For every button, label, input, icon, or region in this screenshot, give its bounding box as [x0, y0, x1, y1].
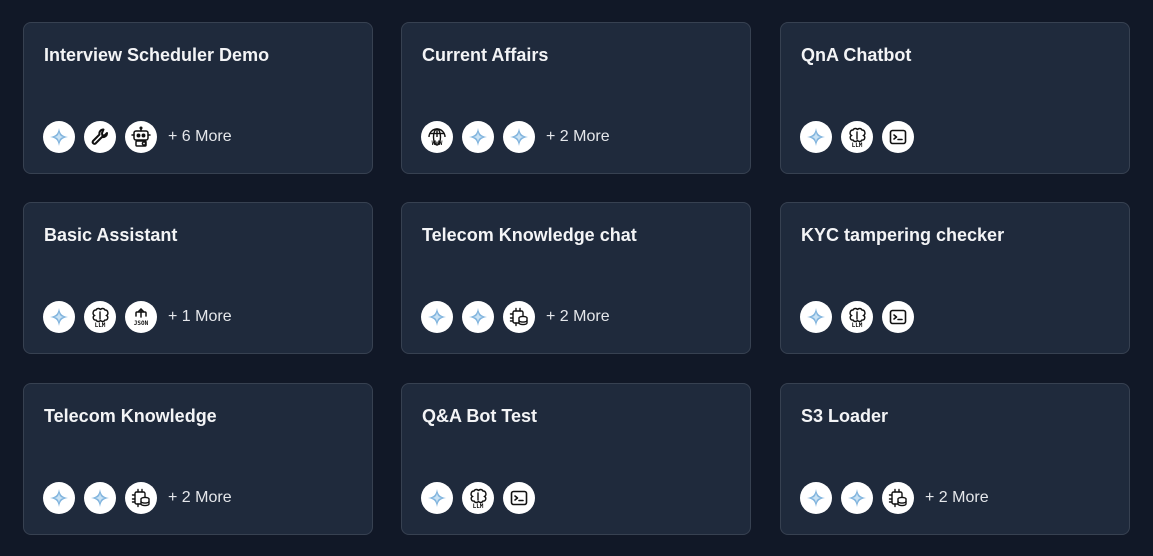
llm-icon: LLM	[462, 482, 494, 514]
workflow-card[interactable]: Current Affairs WWW + 2 More	[401, 22, 751, 174]
card-title: KYC tampering checker	[801, 225, 1005, 245]
workflow-card[interactable]: Interview Scheduler Demo + 6 More	[23, 22, 373, 174]
card-icon-row: LLM JSON + 1 More	[43, 301, 232, 333]
llm-icon: LLM	[84, 301, 116, 333]
card-icon-row: + 2 More	[43, 482, 232, 514]
chip-database-icon	[882, 482, 914, 514]
sparkle-icon	[421, 301, 453, 333]
sparkle-icon	[43, 121, 75, 153]
more-count: + 2 More	[546, 308, 610, 325]
workflow-card[interactable]: QnA Chatbot LLM	[780, 22, 1130, 174]
more-count: + 2 More	[546, 128, 610, 145]
card-icon-row: WWW + 2 More	[421, 121, 610, 153]
sparkle-icon	[462, 301, 494, 333]
svg-text:WWW: WWW	[432, 140, 443, 147]
sparkle-icon	[84, 482, 116, 514]
card-icon-row: LLM	[800, 121, 914, 153]
more-count: + 2 More	[925, 489, 989, 506]
card-title: Basic Assistant	[44, 225, 178, 245]
card-title: Current Affairs	[422, 45, 549, 65]
sparkle-icon	[800, 121, 832, 153]
card-title: Interview Scheduler Demo	[44, 45, 270, 65]
workflow-card[interactable]: Telecom Knowledge chat + 2 More	[401, 202, 751, 354]
svg-text:LLM: LLM	[95, 322, 106, 328]
sparkle-icon	[43, 482, 75, 514]
svg-text:LLM: LLM	[852, 142, 863, 148]
workflow-card[interactable]: S3 Loader + 2 More	[780, 383, 1130, 535]
card-icon-row: + 2 More	[421, 301, 610, 333]
more-count: + 2 More	[168, 489, 232, 506]
card-icon-row: + 6 More	[43, 121, 232, 153]
card-icon-row: + 2 More	[800, 482, 989, 514]
more-count: + 6 More	[168, 128, 232, 145]
more-count: + 1 More	[168, 308, 232, 325]
sparkle-icon	[43, 301, 75, 333]
svg-text:LLM: LLM	[473, 503, 484, 509]
card-title: QnA Chatbot	[801, 45, 912, 65]
json-icon: JSON	[125, 301, 157, 333]
svg-text:LLM: LLM	[852, 322, 863, 328]
card-icon-row: LLM	[421, 482, 535, 514]
sparkle-icon	[800, 301, 832, 333]
workflow-grid: Interview Scheduler Demo + 6 More Curren…	[0, 0, 1153, 556]
terminal-icon	[882, 301, 914, 333]
sparkle-icon	[841, 482, 873, 514]
robot-icon	[125, 121, 157, 153]
globe-www-icon: WWW	[421, 121, 453, 153]
chip-database-icon	[503, 301, 535, 333]
card-title: S3 Loader	[801, 406, 889, 426]
card-title: Q&A Bot Test	[422, 406, 537, 426]
sparkle-icon	[462, 121, 494, 153]
workflow-card[interactable]: Q&A Bot Test LLM	[401, 383, 751, 535]
llm-icon: LLM	[841, 121, 873, 153]
wrench-icon	[84, 121, 116, 153]
terminal-icon	[882, 121, 914, 153]
card-icon-row: LLM	[800, 301, 914, 333]
sparkle-icon	[503, 121, 535, 153]
chip-database-icon	[125, 482, 157, 514]
llm-icon: LLM	[841, 301, 873, 333]
card-title: Telecom Knowledge chat	[422, 225, 637, 245]
card-title: Telecom Knowledge	[44, 406, 217, 426]
sparkle-icon	[800, 482, 832, 514]
sparkle-icon	[421, 482, 453, 514]
workflow-card[interactable]: Basic Assistant LLM JSON + 1 More	[23, 202, 373, 354]
workflow-card[interactable]: Telecom Knowledge + 2 More	[23, 383, 373, 535]
workflow-card[interactable]: KYC tampering checker LLM	[780, 202, 1130, 354]
terminal-icon	[503, 482, 535, 514]
svg-text:JSON: JSON	[134, 320, 149, 327]
